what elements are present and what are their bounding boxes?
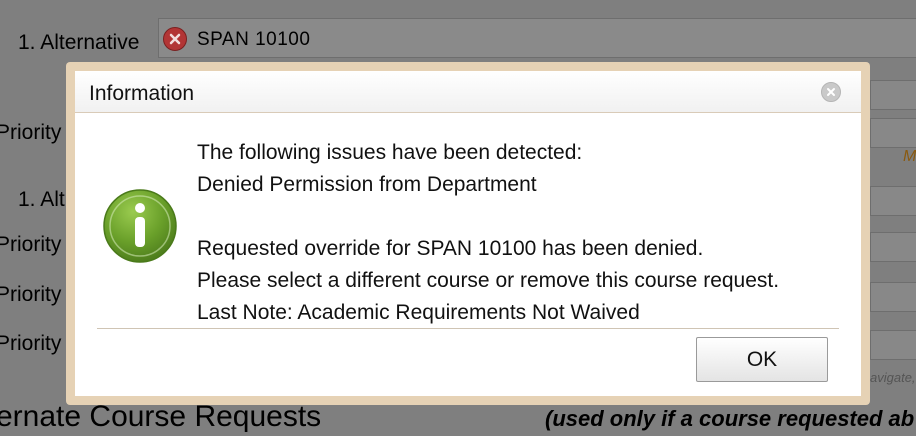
bg-input-box — [870, 186, 916, 216]
ok-button[interactable]: OK — [696, 337, 828, 382]
bg-input-box — [870, 118, 916, 148]
priority-label: Priority — [0, 233, 62, 256]
message-line: Please select a different course or remo… — [197, 269, 780, 292]
dialog-header: Information — [75, 71, 861, 113]
message-line: Denied Permission from Department — [197, 173, 537, 196]
dialog-message: The following issues have been detected:… — [197, 137, 779, 329]
section-heading: ernate Course Requests — [0, 400, 322, 433]
bg-text-fragment: avigate, — [870, 370, 916, 385]
alternative-course-field: SPAN 10100 — [158, 18, 916, 58]
section-note: (used only if a course requested ab — [545, 406, 915, 431]
priority-label: Priority — [0, 283, 62, 306]
remove-icon — [163, 27, 187, 51]
alternative-course-value: SPAN 10100 — [197, 29, 311, 50]
alternative-label-2: 1. Alt — [18, 188, 65, 211]
message-line — [197, 201, 779, 233]
message-line: Last Note: Academic Requirements Not Wai… — [197, 301, 640, 324]
information-dialog-frame: Information The following issues have be… — [66, 62, 870, 405]
priority-label: Priority — [0, 332, 62, 355]
bg-input-box — [870, 80, 916, 110]
alternative-label: 1. Alternative — [18, 31, 140, 54]
info-icon — [103, 189, 177, 263]
dialog-title: Information — [89, 82, 195, 105]
bg-input-box — [870, 232, 916, 262]
dialog-divider — [97, 328, 839, 329]
message-line: The following issues have been detected: — [197, 141, 583, 164]
bg-input-box — [870, 330, 916, 360]
close-icon[interactable] — [821, 82, 841, 102]
bg-input-box — [870, 282, 916, 312]
message-line: Requested override for SPAN 10100 has be… — [197, 237, 704, 260]
bg-link-fragment: M — [903, 148, 916, 165]
information-dialog: Information The following issues have be… — [75, 71, 861, 396]
priority-label: Priority — [0, 121, 62, 144]
